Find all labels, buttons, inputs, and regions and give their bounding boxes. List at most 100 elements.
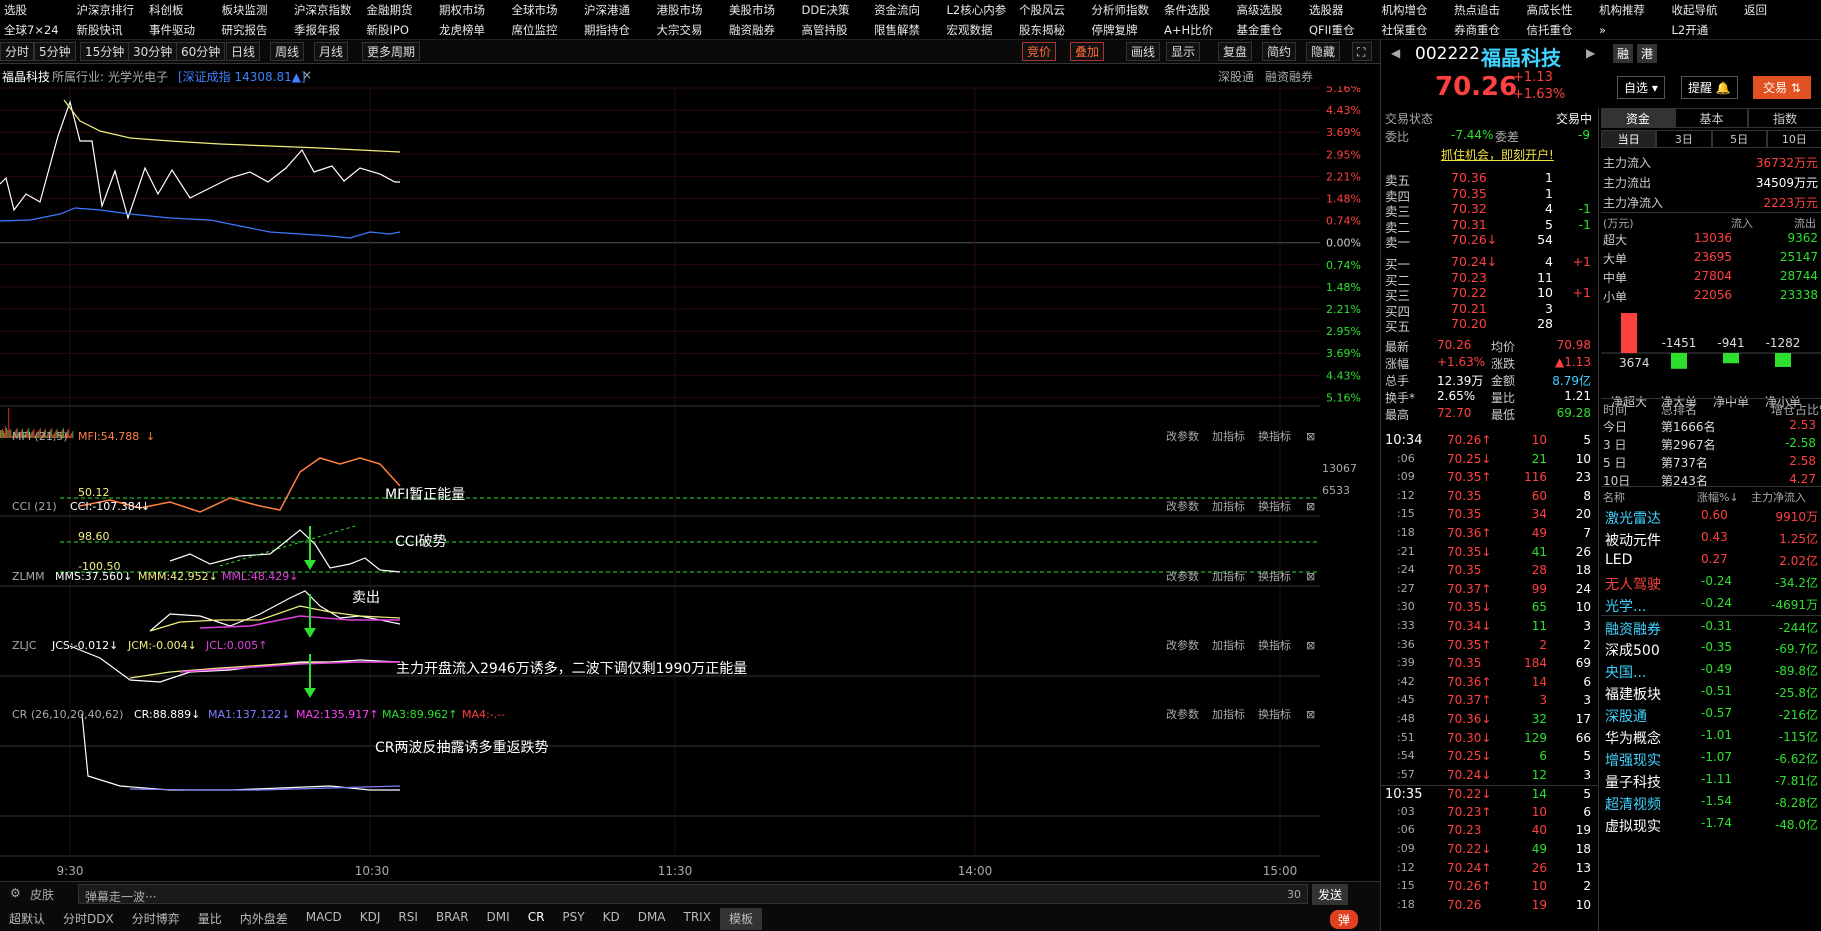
indicator-tab[interactable]: 分时博弈 <box>123 908 189 930</box>
menu-item[interactable]: 高管持股 <box>798 20 871 40</box>
sector-row[interactable]: 光学... -0.24 -4691万 <box>1601 593 1821 615</box>
indicator-tab[interactable]: TRIX <box>675 908 720 930</box>
menu-item[interactable]: 沪深京指数 <box>290 0 363 20</box>
switch-indicator-button[interactable]: 换指标 <box>1258 707 1291 721</box>
add-watchlist-button[interactable]: 自选 ▾ <box>1617 76 1665 99</box>
period-tab-30min[interactable]: 30分钟 <box>128 42 178 61</box>
menu-item[interactable]: 季报年报 <box>290 20 363 40</box>
display-button[interactable]: 显示 <box>1166 42 1201 61</box>
period-tab-15min[interactable]: 15分钟 <box>80 42 130 61</box>
draw-line-button[interactable]: 画线 <box>1126 42 1161 61</box>
menu-item[interactable]: DDE决策 <box>798 0 871 20</box>
fund-period-tab[interactable]: 10日 <box>1766 130 1821 148</box>
fund-tab[interactable]: 指数 <box>1748 108 1821 128</box>
add-indicator-button[interactable]: 加指标 <box>1212 429 1245 443</box>
replay-button[interactable]: 复盘 <box>1218 42 1253 61</box>
menu-item[interactable]: 研究报告 <box>218 20 291 40</box>
menu-item[interactable]: 事件驱动 <box>145 20 218 40</box>
menu-item[interactable]: 基金重仓 <box>1233 20 1306 40</box>
menu-item[interactable]: 沪深港通 <box>580 0 653 20</box>
menu-item[interactable]: 期指持仓 <box>580 20 653 40</box>
menu-item[interactable]: 宏观数据 <box>943 20 1016 40</box>
index-overlay-label[interactable]: [深证成指 14308.81▲] <box>178 68 306 85</box>
bids-row[interactable]: 买一 70.24↓ 4 +1 <box>1381 254 1599 272</box>
switch-indicator-button[interactable]: 换指标 <box>1258 638 1291 652</box>
sector-row[interactable]: LED 0.27 2.02亿 <box>1601 549 1821 571</box>
asks-row[interactable]: 卖二 70.31 5 -1 <box>1381 217 1599 235</box>
sector-row[interactable]: 超清视频 -1.54 -8.28亿 <box>1601 791 1821 813</box>
menu-item[interactable]: 港股市场 <box>653 0 726 20</box>
menu-item[interactable]: 选股 <box>0 0 73 20</box>
indicator-tab[interactable]: KDJ <box>351 908 390 930</box>
sector-row[interactable]: 融资融券 -0.31 -244亿 <box>1601 615 1821 638</box>
close-icon[interactable]: ⊠ <box>1306 430 1315 443</box>
close-icon[interactable]: × <box>302 68 312 82</box>
menu-item[interactable]: 沪深京排行 <box>73 0 146 20</box>
bids-row[interactable]: 买二 70.23 11 <box>1381 270 1599 288</box>
menu-item[interactable]: 资金流向 <box>870 0 943 20</box>
fund-tab[interactable]: 基本 <box>1674 108 1749 128</box>
fund-period-tab[interactable]: 当日 <box>1601 130 1657 148</box>
danmu-toggle[interactable]: 弹 <box>1330 910 1359 929</box>
indicator-tab[interactable]: 内外盘差 <box>231 908 297 930</box>
sector-row[interactable]: 福建板块 -0.51 -25.8亿 <box>1601 681 1821 703</box>
sector-row[interactable]: 虚拟现实 -1.74 -48.0亿 <box>1601 813 1821 835</box>
indicator-tab[interactable]: DMA <box>629 908 675 930</box>
switch-indicator-button[interactable]: 换指标 <box>1258 429 1291 443</box>
skin-icon[interactable]: ⚙ <box>10 886 21 900</box>
send-button[interactable]: 发送 <box>1312 884 1349 905</box>
menu-item[interactable]: 限售解禁 <box>870 20 943 40</box>
edit-params-button[interactable]: 改参数 <box>1166 499 1199 513</box>
menu-item[interactable]: L2核心内参 <box>943 0 1016 20</box>
edit-params-button[interactable]: 改参数 <box>1166 638 1199 652</box>
auction-button[interactable]: 竞价 <box>1022 42 1057 61</box>
menu-item[interactable]: QFII重仓 <box>1305 20 1378 40</box>
add-indicator-button[interactable]: 加指标 <box>1212 638 1245 652</box>
close-icon[interactable]: ⊠ <box>1306 570 1315 583</box>
period-tab-month[interactable]: 月线 <box>314 42 349 61</box>
menu-item[interactable]: 美股市场 <box>725 0 798 20</box>
danmu-input[interactable]: 弹幕走一波··· 30 <box>78 884 1308 904</box>
add-indicator-button[interactable]: 加指标 <box>1212 569 1245 583</box>
menu-item[interactable]: 社保重仓 <box>1378 20 1451 40</box>
indicator-tab[interactable]: RSI <box>389 908 427 930</box>
period-tab-day[interactable]: 日线 <box>226 42 261 61</box>
menu-item[interactable]: 期权市场 <box>435 0 508 20</box>
sector-row[interactable]: 深股通 -0.57 -216亿 <box>1601 703 1821 725</box>
alert-button[interactable]: 提醒 🔔 <box>1681 76 1738 99</box>
menu-item[interactable]: 科创板 <box>145 0 218 20</box>
sector-row[interactable]: 激光雷达 0.60 9910万 <box>1601 505 1821 527</box>
indicator-tab[interactable]: KD <box>594 908 629 930</box>
sector-row[interactable]: 深成500 -0.35 -69.7亿 <box>1601 637 1821 659</box>
menu-item[interactable]: L2开通 <box>1668 20 1741 40</box>
bids-row[interactable]: 买四 70.21 3 <box>1381 301 1599 319</box>
skin-button[interactable]: 皮肤 <box>30 886 54 903</box>
switch-indicator-button[interactable]: 换指标 <box>1258 569 1291 583</box>
indicator-tab[interactable]: 模板 <box>719 908 762 930</box>
indicator-tab[interactable]: PSY <box>553 908 593 930</box>
indicator-tab[interactable]: MACD <box>297 908 351 930</box>
fund-tab[interactable]: 资金 <box>1601 108 1675 128</box>
menu-item[interactable]: 大宗交易 <box>653 20 726 40</box>
switch-indicator-button[interactable]: 换指标 <box>1258 499 1291 513</box>
period-tab-fenshi[interactable]: 分时 <box>0 42 35 61</box>
menu-item[interactable]: 选股器 <box>1305 0 1378 20</box>
indicator-tab[interactable]: 量比 <box>189 908 231 930</box>
hk-connect-link[interactable]: 深股通 <box>1218 68 1254 85</box>
indicator-tab[interactable]: 超默认 <box>0 908 54 930</box>
period-more-dropdown[interactable]: 更多周期 <box>362 42 421 61</box>
menu-item[interactable]: 停牌复牌 <box>1088 20 1161 40</box>
industry-value[interactable]: 光学光电子 <box>108 68 168 85</box>
close-icon[interactable]: ⊠ <box>1306 708 1315 721</box>
indicator-tab[interactable]: 分时DDX <box>54 908 123 930</box>
overlay-button[interactable]: 叠加 <box>1070 42 1105 61</box>
next-stock-icon[interactable]: ▶ <box>1586 46 1595 60</box>
menu-item[interactable]: 热点追击 <box>1450 0 1523 20</box>
menu-item[interactable]: 金融期货 <box>363 0 436 20</box>
sector-row[interactable]: 增强现实 -1.07 -6.62亿 <box>1601 747 1821 769</box>
margin-badge[interactable]: 融 <box>1613 44 1634 63</box>
bids-row[interactable]: 买五 70.20 28 <box>1381 316 1599 334</box>
prev-stock-icon[interactable]: ◀ <box>1391 46 1400 60</box>
menu-item[interactable]: 收起导航 <box>1668 0 1741 20</box>
menu-item[interactable]: 信托重仓 <box>1523 20 1596 40</box>
